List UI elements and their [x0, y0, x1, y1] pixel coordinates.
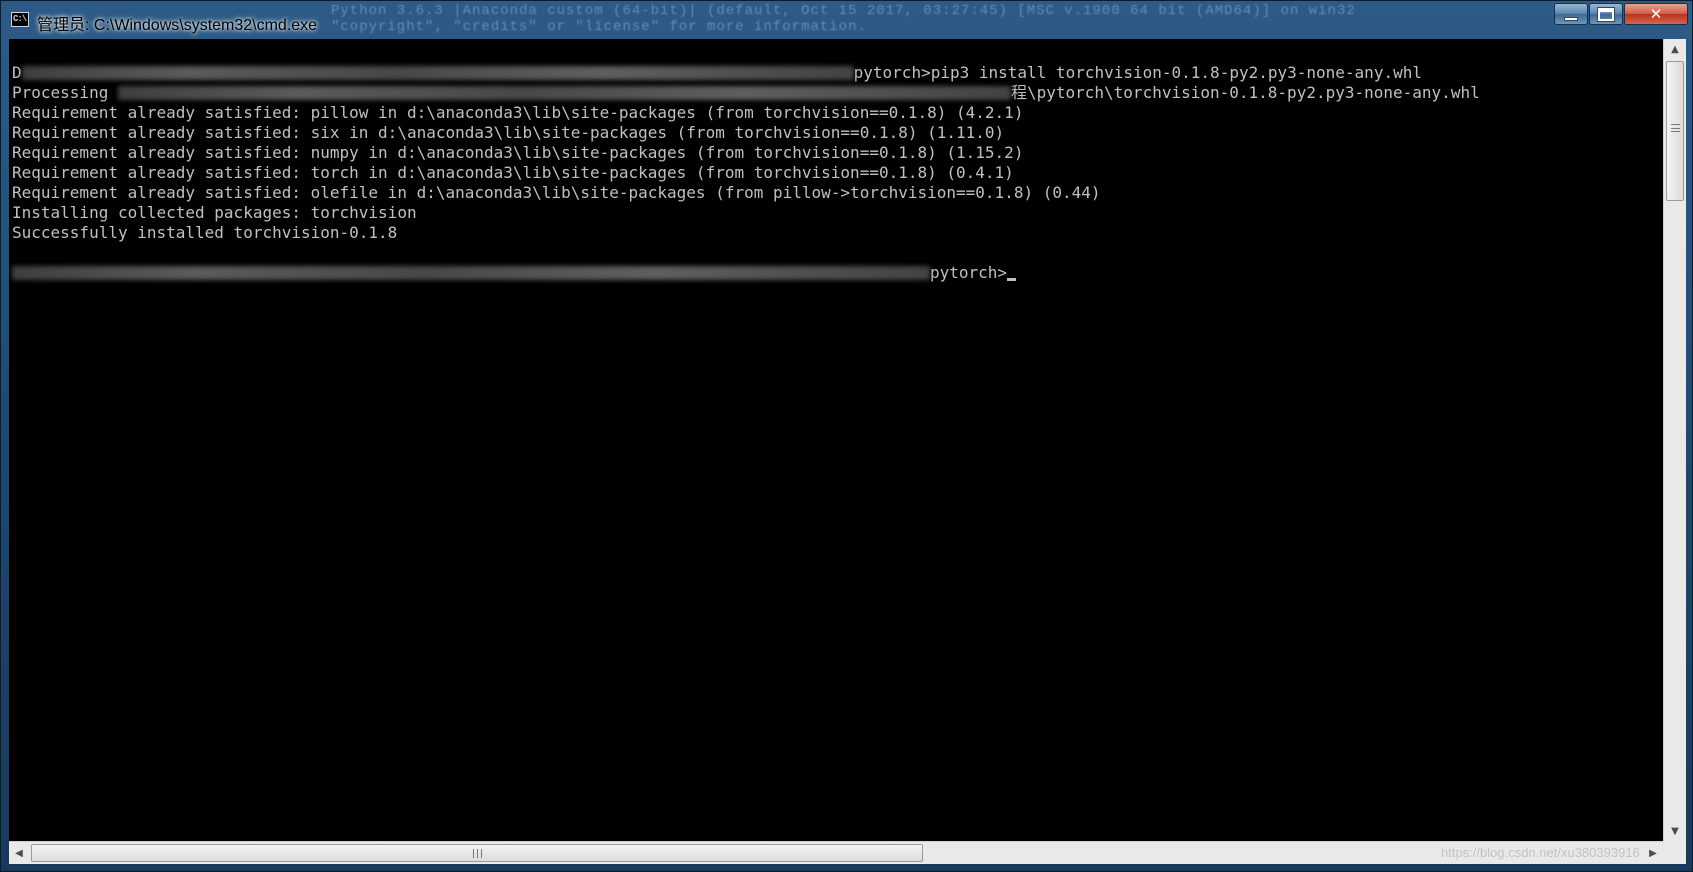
close-button[interactable]: ✕ [1624, 3, 1688, 25]
console-line-processing: Processing 程\pytorch\torchvision-0.1.8-p… [12, 83, 1480, 103]
maximize-icon [1597, 6, 1615, 22]
maximize-button[interactable] [1589, 3, 1623, 25]
cmd-app-icon[interactable]: C:\ [11, 12, 29, 27]
window-controls: ✕ [1554, 3, 1688, 27]
prompt-text: pytorch> [930, 263, 1008, 282]
window-title: 管理员: C:\Windows\system32\cmd.exe [37, 17, 318, 34]
redacted-path [21, 65, 854, 80]
scroll-right-arrow-icon[interactable]: ▶ [1643, 842, 1663, 864]
cmd-window: C:\ Python 3.6.3 |Anaconda custom (64-bi… [0, 0, 1693, 872]
background-window-text: Python 3.6.3 |Anaconda custom (64-bit)| … [331, 3, 1356, 35]
console-line-text: 程\pytorch\torchvision-0.1.8-py2.py3-none… [1010, 83, 1480, 102]
console-line-prompt: pytorch> [12, 263, 1480, 283]
minimize-icon [1564, 16, 1578, 21]
console-line: Requirement already satisfied: numpy in … [12, 143, 1024, 162]
scroll-down-arrow-icon[interactable]: ▼ [1664, 821, 1686, 841]
console-line: Installing collected packages: torchvisi… [12, 203, 417, 222]
minimize-button[interactable] [1554, 3, 1588, 25]
close-icon: ✕ [1649, 5, 1663, 23]
vertical-scrollbar[interactable]: ▲ ▼ [1663, 39, 1686, 841]
horizontal-scrollbar[interactable]: ◀ ▶ [9, 841, 1663, 864]
title-bar[interactable]: C:\ Python 3.6.3 |Anaconda custom (64-bi… [1, 1, 1693, 39]
grip-icon [1671, 124, 1680, 132]
horizontal-scroll-thumb[interactable] [31, 844, 923, 862]
console-line-prefix: Processing [12, 83, 118, 102]
console-line-text: pytorch>pip3 install torchvision-0.1.8-p… [853, 63, 1422, 82]
console-line-command: Dpytorch>pip3 install torchvision-0.1.8-… [12, 63, 1480, 83]
console-line: Requirement already satisfied: six in d:… [12, 123, 1005, 142]
console-line: Requirement already satisfied: pillow in… [12, 103, 1024, 122]
grip-icon [473, 849, 482, 858]
console-line: Requirement already satisfied: torch in … [12, 163, 1014, 182]
scroll-up-arrow-icon[interactable]: ▲ [1664, 39, 1686, 59]
text-cursor [1007, 278, 1017, 281]
vertical-scroll-thumb[interactable] [1666, 61, 1684, 201]
console-output[interactable]: Dpytorch>pip3 install torchvision-0.1.8-… [9, 39, 1663, 841]
scroll-left-arrow-icon[interactable]: ◀ [9, 842, 29, 864]
scrollbar-corner [1663, 841, 1686, 864]
watermark-text: https://blog.csdn.net/xu380393916 [1441, 845, 1640, 860]
console-line: Successfully installed torchvision-0.1.8 [12, 223, 398, 242]
console-line-prefix: D [12, 63, 22, 82]
redacted-path [117, 85, 1011, 100]
cmd-icon-glyph: C:\ [13, 14, 27, 24]
redacted-path [12, 265, 930, 280]
console-line: Requirement already satisfied: olefile i… [12, 183, 1101, 202]
